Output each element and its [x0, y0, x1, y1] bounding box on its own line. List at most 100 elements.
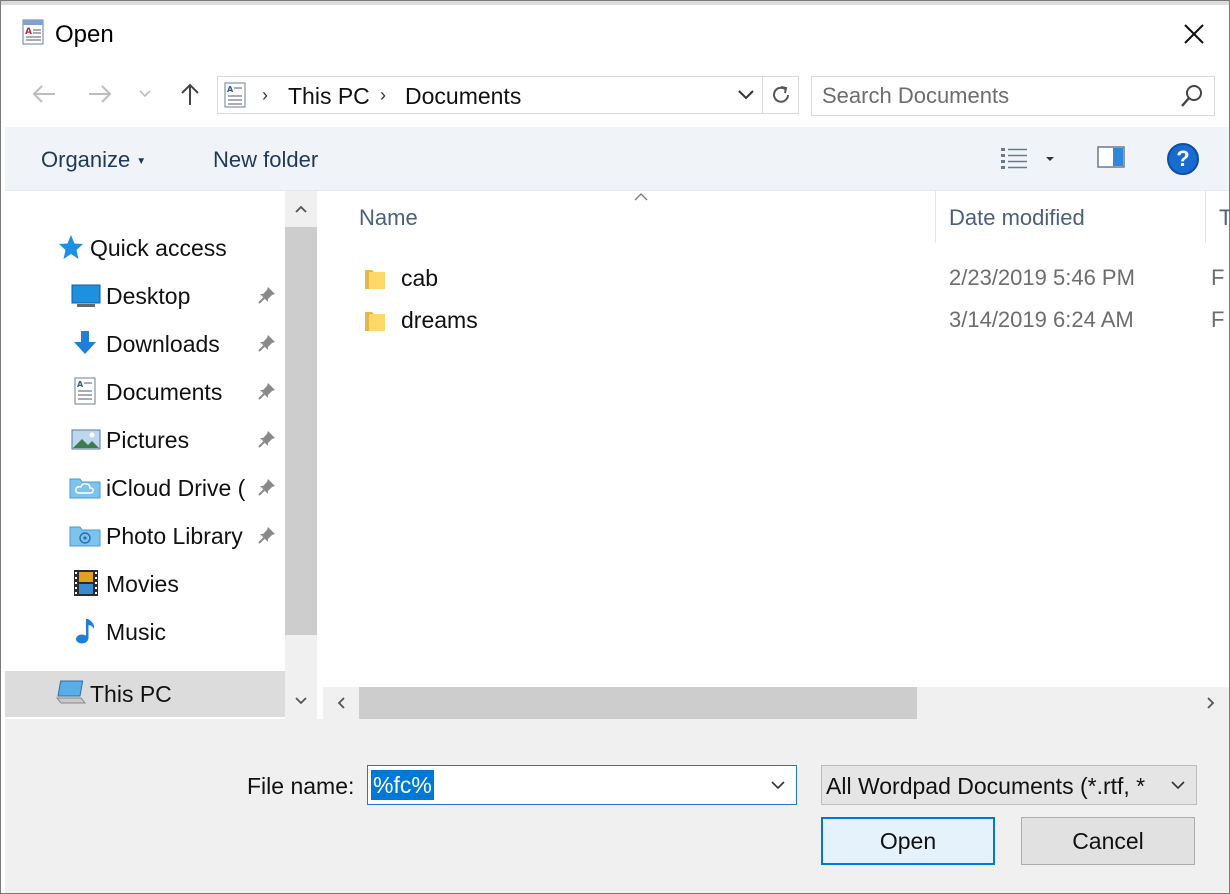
- back-button[interactable]: [27, 77, 61, 111]
- film-strip-icon: [73, 569, 101, 597]
- address-bar[interactable]: A › This PC › Documents: [217, 76, 799, 114]
- navigation-pane: Quick access Desktop Downloads A Documen…: [5, 191, 285, 719]
- file-name: dreams: [401, 307, 478, 333]
- chevron-left-icon: [337, 697, 345, 709]
- chevron-right-icon: [1207, 697, 1215, 709]
- file-name-value[interactable]: %fc%: [371, 770, 434, 800]
- cancel-button[interactable]: Cancel: [1021, 817, 1195, 865]
- column-header-name[interactable]: Name: [359, 205, 418, 231]
- photo-library-folder-icon: [69, 521, 101, 549]
- nav-label: Documents: [106, 379, 223, 405]
- nav-item-music[interactable]: Music: [5, 609, 285, 655]
- icloud-folder-icon: [69, 473, 101, 501]
- pin-icon[interactable]: [257, 333, 277, 358]
- nav-item-photo-library[interactable]: Photo Library: [5, 513, 285, 559]
- forward-button[interactable]: [83, 77, 117, 111]
- nav-item-movies[interactable]: Movies: [5, 561, 285, 607]
- up-button[interactable]: [173, 77, 207, 111]
- nav-item-icloud-drive[interactable]: iCloud Drive (: [5, 465, 285, 511]
- column-header-date-modified[interactable]: Date modified: [949, 205, 1085, 231]
- pin-icon[interactable]: [257, 429, 277, 454]
- nav-item-this-pc[interactable]: This PC: [5, 671, 285, 717]
- nav-label: Pictures: [106, 427, 190, 453]
- refresh-icon: [772, 86, 789, 103]
- column-divider[interactable]: [935, 191, 936, 243]
- file-type: F: [1211, 265, 1225, 290]
- navigation-scrollbar[interactable]: [285, 191, 317, 719]
- search-icon[interactable]: [1180, 84, 1204, 113]
- chevron-down-icon: [738, 90, 754, 100]
- file-date: 2/23/2019 5:46 PM: [949, 265, 1135, 290]
- pin-icon[interactable]: [257, 381, 277, 406]
- address-dropdown-button[interactable]: [730, 77, 762, 113]
- refresh-button[interactable]: [762, 77, 798, 113]
- pin-icon[interactable]: [257, 525, 277, 550]
- scroll-down-button[interactable]: [285, 685, 317, 717]
- command-bar: Organize ▼ New folder ?: [5, 127, 1229, 191]
- download-arrow-icon: [71, 329, 99, 357]
- nav-item-downloads[interactable]: Downloads: [5, 321, 285, 367]
- file-row[interactable]: cab 2/23/2019 5:46 PM F: [323, 257, 1229, 299]
- up-arrow-icon: [181, 83, 199, 105]
- svg-text:A: A: [25, 27, 32, 37]
- question-mark-icon: ?: [1176, 146, 1190, 171]
- nav-item-desktop[interactable]: Desktop: [5, 273, 285, 319]
- file-row[interactable]: dreams 3/14/2019 6:24 AM F: [323, 299, 1229, 341]
- caret-down-icon: ▼: [136, 155, 147, 167]
- preview-pane-button[interactable]: [1097, 145, 1127, 174]
- breadcrumb-chevron-icon: ›: [262, 85, 268, 105]
- computer-icon: [55, 679, 87, 707]
- nav-item-quick-access[interactable]: Quick access: [5, 225, 285, 271]
- file-name-label: File name:: [247, 773, 355, 799]
- back-arrow-icon: [32, 85, 55, 103]
- recent-locations-button[interactable]: [133, 77, 157, 111]
- document-icon: A: [73, 377, 101, 405]
- folder-icon: [363, 267, 387, 296]
- file-name-input[interactable]: %fc%: [367, 765, 797, 805]
- nav-item-documents[interactable]: A Documents: [5, 369, 285, 415]
- nav-label: Desktop: [106, 283, 191, 309]
- file-date: 3/14/2019 6:24 AM: [949, 307, 1134, 332]
- forward-arrow-icon: [89, 85, 112, 103]
- close-button[interactable]: [1159, 5, 1229, 63]
- desktop-icon: [71, 281, 101, 309]
- open-button[interactable]: Open: [821, 817, 995, 865]
- scrollbar-thumb[interactable]: [285, 227, 317, 635]
- new-folder-button[interactable]: New folder: [213, 147, 318, 173]
- view-options-button[interactable]: [999, 145, 1059, 178]
- svg-text:A: A: [227, 85, 234, 94]
- chevron-up-icon: [295, 205, 307, 213]
- nav-label: iCloud Drive (: [106, 475, 246, 501]
- nav-label: Photo Library: [106, 523, 243, 549]
- breadcrumb-documents[interactable]: Documents: [405, 83, 521, 110]
- folder-icon: [363, 309, 387, 338]
- organize-label: Organize: [41, 147, 131, 172]
- title-bar: A Open: [1, 5, 1229, 63]
- help-button[interactable]: ?: [1167, 143, 1199, 175]
- search-input[interactable]: [822, 83, 1162, 109]
- breadcrumb-this-pc[interactable]: This PC: [288, 83, 370, 110]
- file-name-dropdown-button[interactable]: [764, 770, 792, 800]
- sort-ascending-icon: [633, 191, 649, 207]
- chevron-down-icon: [295, 697, 307, 705]
- organize-button[interactable]: Organize ▼: [41, 147, 146, 173]
- details-view-icon: [1001, 148, 1054, 169]
- column-divider[interactable]: [1205, 191, 1206, 243]
- file-type-dropdown-button[interactable]: [1164, 770, 1192, 800]
- nav-label: Quick access: [90, 235, 227, 261]
- search-box[interactable]: [811, 76, 1215, 116]
- file-list-horizontal-scrollbar[interactable]: [323, 687, 1229, 719]
- column-header-type[interactable]: T: [1219, 205, 1229, 231]
- file-list: Name Date modified T cab 2/23/2019 5:46 …: [323, 191, 1229, 687]
- scroll-right-button[interactable]: [1195, 687, 1227, 719]
- pin-icon[interactable]: [257, 477, 277, 502]
- window-title: Open: [55, 21, 114, 48]
- scrollbar-thumb[interactable]: [359, 687, 917, 719]
- scroll-left-button[interactable]: [325, 687, 357, 719]
- document-icon: A: [224, 82, 246, 113]
- pin-icon[interactable]: [257, 285, 277, 310]
- svg-text:A: A: [77, 380, 84, 389]
- nav-item-pictures[interactable]: Pictures: [5, 417, 285, 463]
- scroll-up-button[interactable]: [285, 193, 317, 225]
- file-type-select[interactable]: All Wordpad Documents (*.rtf, *: [821, 765, 1197, 805]
